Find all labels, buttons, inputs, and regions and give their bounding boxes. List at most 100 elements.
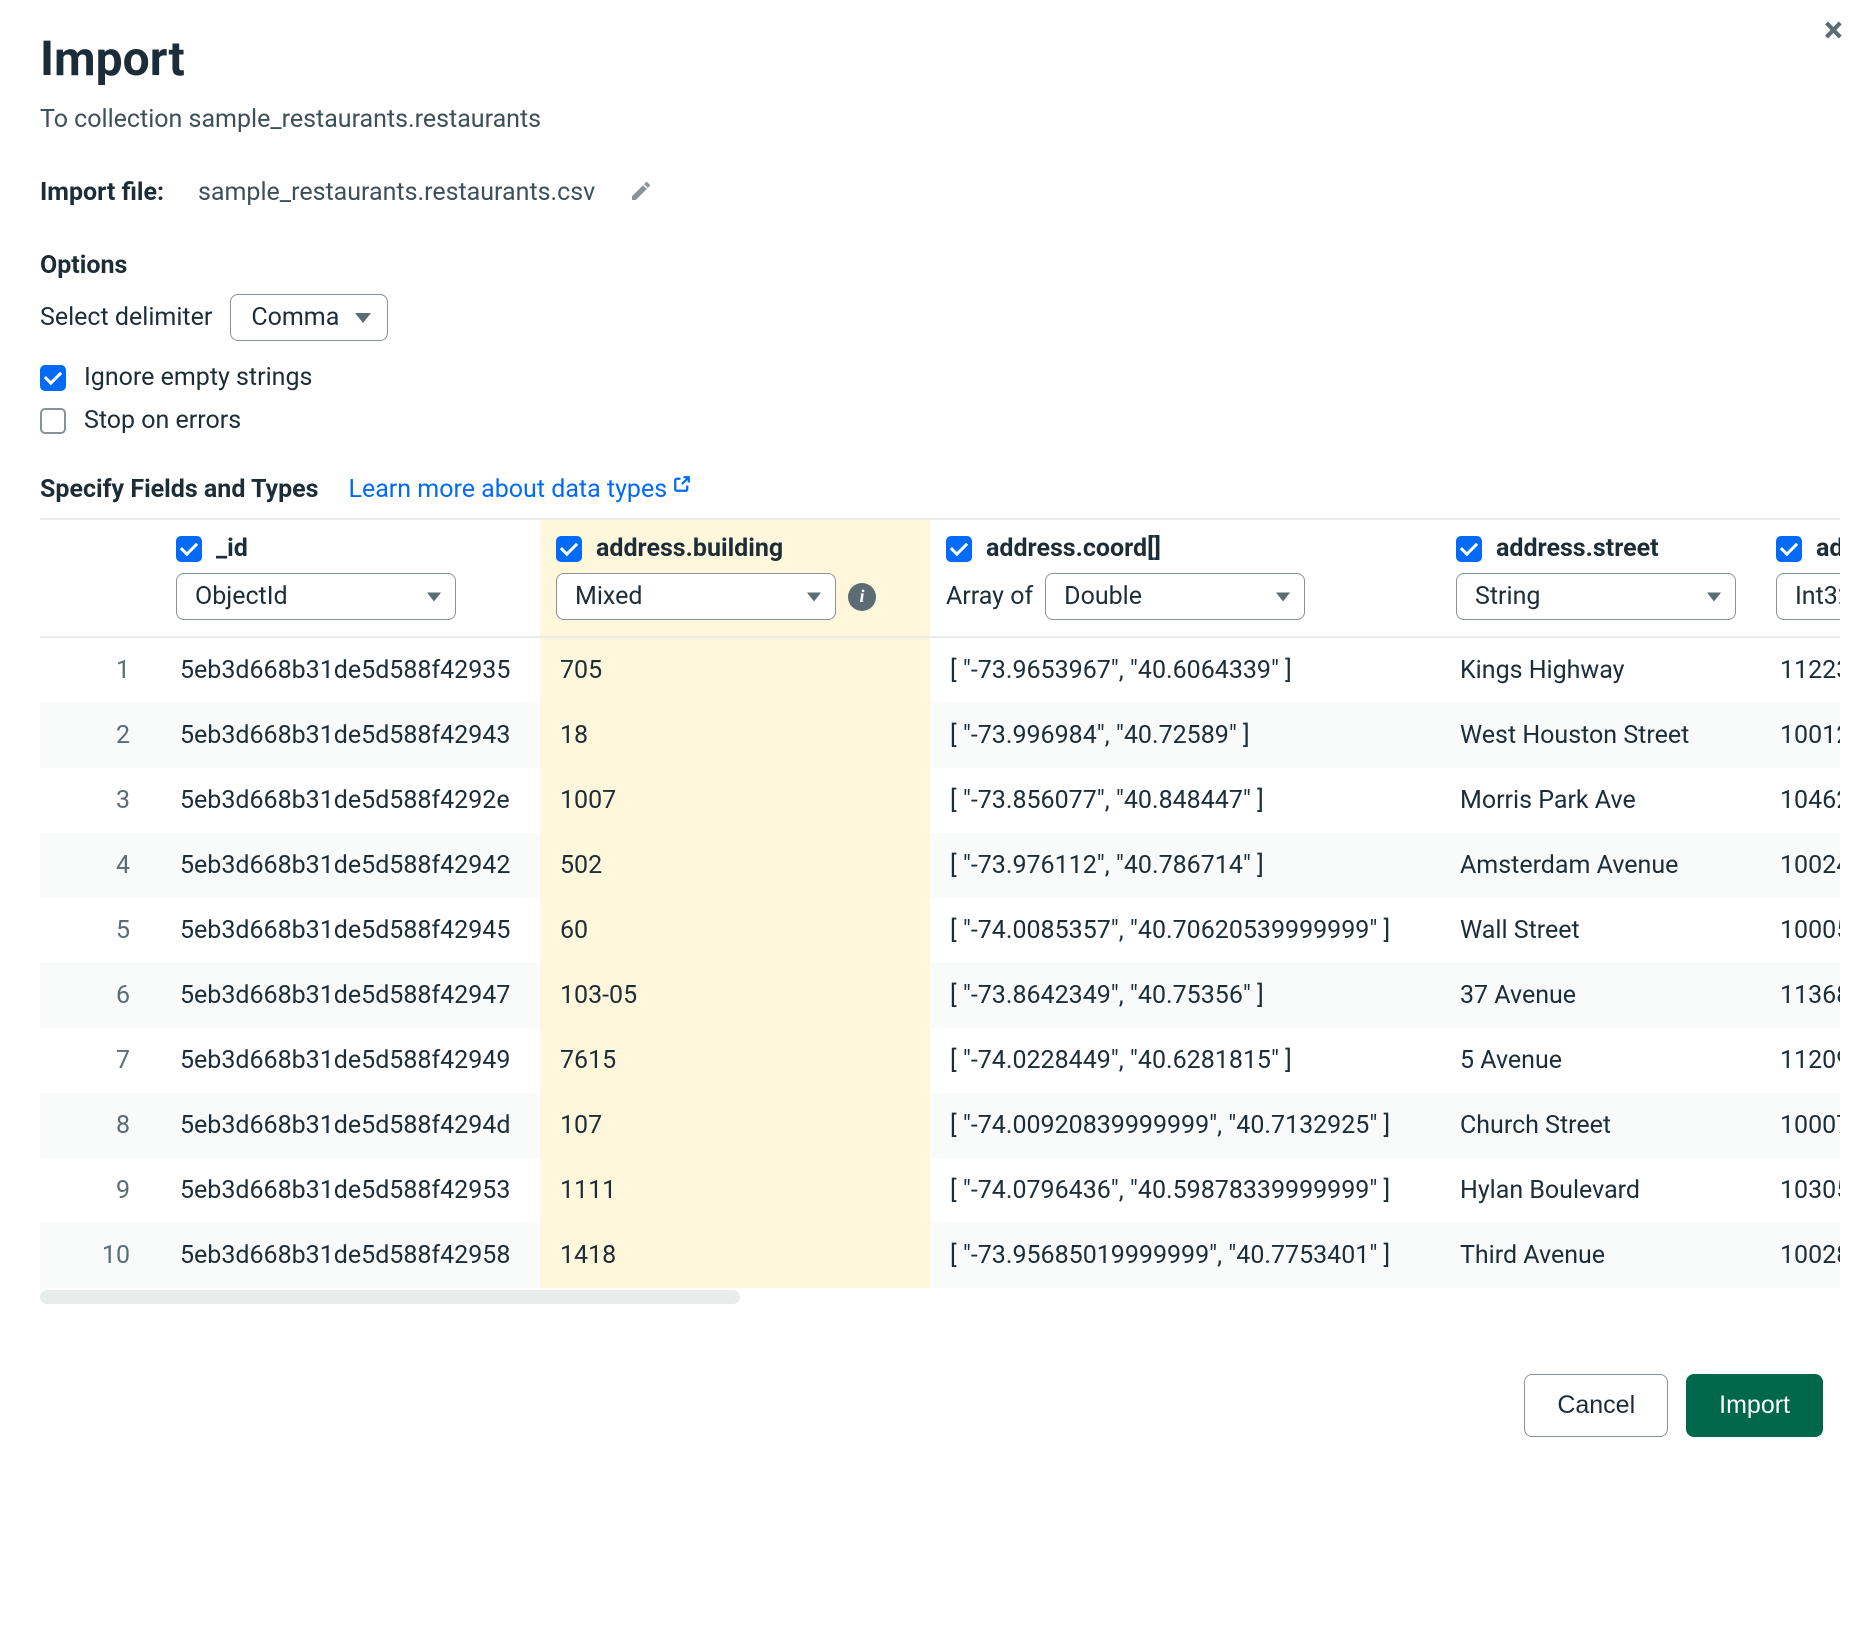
cell-id: 5eb3d668b31de5d588f4294d	[160, 1093, 540, 1158]
stop-on-errors-checkbox[interactable]	[40, 408, 66, 434]
column-type-select-building[interactable]: Mixed	[556, 573, 836, 620]
cell-building: 502	[540, 833, 930, 898]
cell-building: 1418	[540, 1223, 930, 1288]
column-checkbox-zip[interactable]	[1776, 536, 1802, 562]
row-number: 8	[40, 1093, 160, 1158]
learn-more-text: Learn more about data types	[348, 475, 667, 504]
import-file-row: Import file: sample_restaurants.restaura…	[40, 178, 1823, 207]
cell-coord: [ "-73.996984", "40.72589" ]	[930, 703, 1440, 768]
column-header-building: address.building Mixed i	[540, 520, 930, 636]
column-name-zip: ad	[1816, 534, 1840, 563]
external-link-icon	[673, 475, 691, 498]
column-name-street: address.street	[1496, 534, 1659, 563]
horizontal-scrollbar-thumb[interactable]	[40, 1290, 740, 1304]
table-row: 85eb3d668b31de5d588f4294d107[ "-74.00920…	[40, 1093, 1840, 1158]
column-type-value-id: ObjectId	[195, 582, 288, 611]
cell-zip: 10028	[1760, 1223, 1840, 1288]
cell-id: 5eb3d668b31de5d588f42949	[160, 1028, 540, 1093]
cell-street: 5 Avenue	[1440, 1028, 1760, 1093]
import-file-name: sample_restaurants.restaurants.csv	[198, 178, 595, 207]
column-type-value-building: Mixed	[575, 582, 642, 611]
import-button[interactable]: Import	[1686, 1374, 1823, 1437]
delimiter-row: Select delimiter Comma	[40, 294, 1823, 341]
cell-coord: [ "-73.976112", "40.786714" ]	[930, 833, 1440, 898]
table-row: 55eb3d668b31de5d588f4294560[ "-74.008535…	[40, 898, 1840, 963]
stop-on-errors-label[interactable]: Stop on errors	[84, 406, 241, 435]
close-icon[interactable]: ×	[1824, 12, 1843, 48]
table-row: 15eb3d668b31de5d588f42935705[ "-73.96539…	[40, 638, 1840, 703]
cell-street: 37 Avenue	[1440, 963, 1760, 1028]
cell-zip: 10012	[1760, 703, 1840, 768]
column-type-select-id[interactable]: ObjectId	[176, 573, 456, 620]
column-name-id: _id	[216, 534, 248, 563]
specify-label: Specify Fields and Types	[40, 475, 318, 504]
table-row: 25eb3d668b31de5d588f4294318[ "-73.996984…	[40, 703, 1840, 768]
ignore-empty-row: Ignore empty strings	[40, 363, 1823, 392]
pencil-icon[interactable]	[629, 179, 653, 207]
column-type-value-street: String	[1475, 582, 1540, 611]
row-number: 5	[40, 898, 160, 963]
row-number: 3	[40, 768, 160, 833]
horizontal-scrollbar[interactable]	[40, 1290, 1840, 1304]
column-name-coord: address.coord[]	[986, 534, 1161, 563]
cell-id: 5eb3d668b31de5d588f4292e	[160, 768, 540, 833]
cell-zip: 10007	[1760, 1093, 1840, 1158]
ignore-empty-label[interactable]: Ignore empty strings	[84, 363, 312, 392]
column-checkbox-building[interactable]	[556, 536, 582, 562]
delimiter-select[interactable]: Comma	[230, 294, 388, 341]
modal-subtitle: To collection sample_restaurants.restaur…	[40, 105, 1823, 134]
column-header-coord: address.coord[] Array of Double	[930, 520, 1440, 636]
row-number: 1	[40, 638, 160, 703]
cell-coord: [ "-74.0085357", "40.70620539999999" ]	[930, 898, 1440, 963]
cell-zip: 10024	[1760, 833, 1840, 898]
modal-title: Import	[40, 30, 1823, 87]
row-number: 9	[40, 1158, 160, 1223]
table-row: 75eb3d668b31de5d588f429497615[ "-74.0228…	[40, 1028, 1840, 1093]
cancel-button[interactable]: Cancel	[1524, 1374, 1668, 1437]
footer-buttons: Cancel Import	[0, 1334, 1863, 1457]
cell-zip: 11209	[1760, 1028, 1840, 1093]
table-row: 45eb3d668b31de5d588f42942502[ "-73.97611…	[40, 833, 1840, 898]
cell-coord: [ "-74.0228449", "40.6281815" ]	[930, 1028, 1440, 1093]
column-checkbox-id[interactable]	[176, 536, 202, 562]
cell-street: Amsterdam Avenue	[1440, 833, 1760, 898]
column-header-zip: ad Int32	[1760, 520, 1840, 636]
learn-more-link[interactable]: Learn more about data types	[348, 475, 691, 504]
rownum-header	[40, 520, 160, 636]
delimiter-label: Select delimiter	[40, 303, 212, 332]
cell-zip: 10462	[1760, 768, 1840, 833]
cell-building: 60	[540, 898, 930, 963]
cell-id: 5eb3d668b31de5d588f42935	[160, 638, 540, 703]
cell-coord: [ "-73.95685019999999", "40.7753401" ]	[930, 1223, 1440, 1288]
ignore-empty-checkbox[interactable]	[40, 365, 66, 391]
table-row: 35eb3d668b31de5d588f4292e1007[ "-73.8560…	[40, 768, 1840, 833]
cell-street: Church Street	[1440, 1093, 1760, 1158]
cell-street: Wall Street	[1440, 898, 1760, 963]
preview-table: _id ObjectId address.building	[40, 518, 1840, 1304]
table-row: 95eb3d668b31de5d588f429531111[ "-74.0796…	[40, 1158, 1840, 1223]
cell-building: 1007	[540, 768, 930, 833]
row-number: 4	[40, 833, 160, 898]
cell-coord: [ "-74.00920839999999", "40.7132925" ]	[930, 1093, 1440, 1158]
cell-id: 5eb3d668b31de5d588f42942	[160, 833, 540, 898]
cell-id: 5eb3d668b31de5d588f42958	[160, 1223, 540, 1288]
column-type-select-street[interactable]: String	[1456, 573, 1736, 620]
column-header-street: address.street String	[1440, 520, 1760, 636]
column-name-building: address.building	[596, 534, 783, 563]
table-header-row: _id ObjectId address.building	[40, 520, 1840, 638]
import-modal: × Import To collection sample_restaurant…	[0, 0, 1863, 1334]
table-row: 105eb3d668b31de5d588f429581418[ "-73.956…	[40, 1223, 1840, 1288]
column-checkbox-street[interactable]	[1456, 536, 1482, 562]
chevron-down-icon	[427, 592, 441, 601]
cell-street: Hylan Boulevard	[1440, 1158, 1760, 1223]
cell-id: 5eb3d668b31de5d588f42953	[160, 1158, 540, 1223]
column-type-select-zip[interactable]: Int32	[1776, 573, 1840, 620]
cell-id: 5eb3d668b31de5d588f42947	[160, 963, 540, 1028]
chevron-down-icon	[1276, 592, 1290, 601]
cell-building: 18	[540, 703, 930, 768]
cell-id: 5eb3d668b31de5d588f42945	[160, 898, 540, 963]
column-type-value-coord: Double	[1064, 582, 1142, 611]
info-icon[interactable]: i	[848, 583, 876, 611]
column-checkbox-coord[interactable]	[946, 536, 972, 562]
column-type-select-coord[interactable]: Double	[1045, 573, 1305, 620]
